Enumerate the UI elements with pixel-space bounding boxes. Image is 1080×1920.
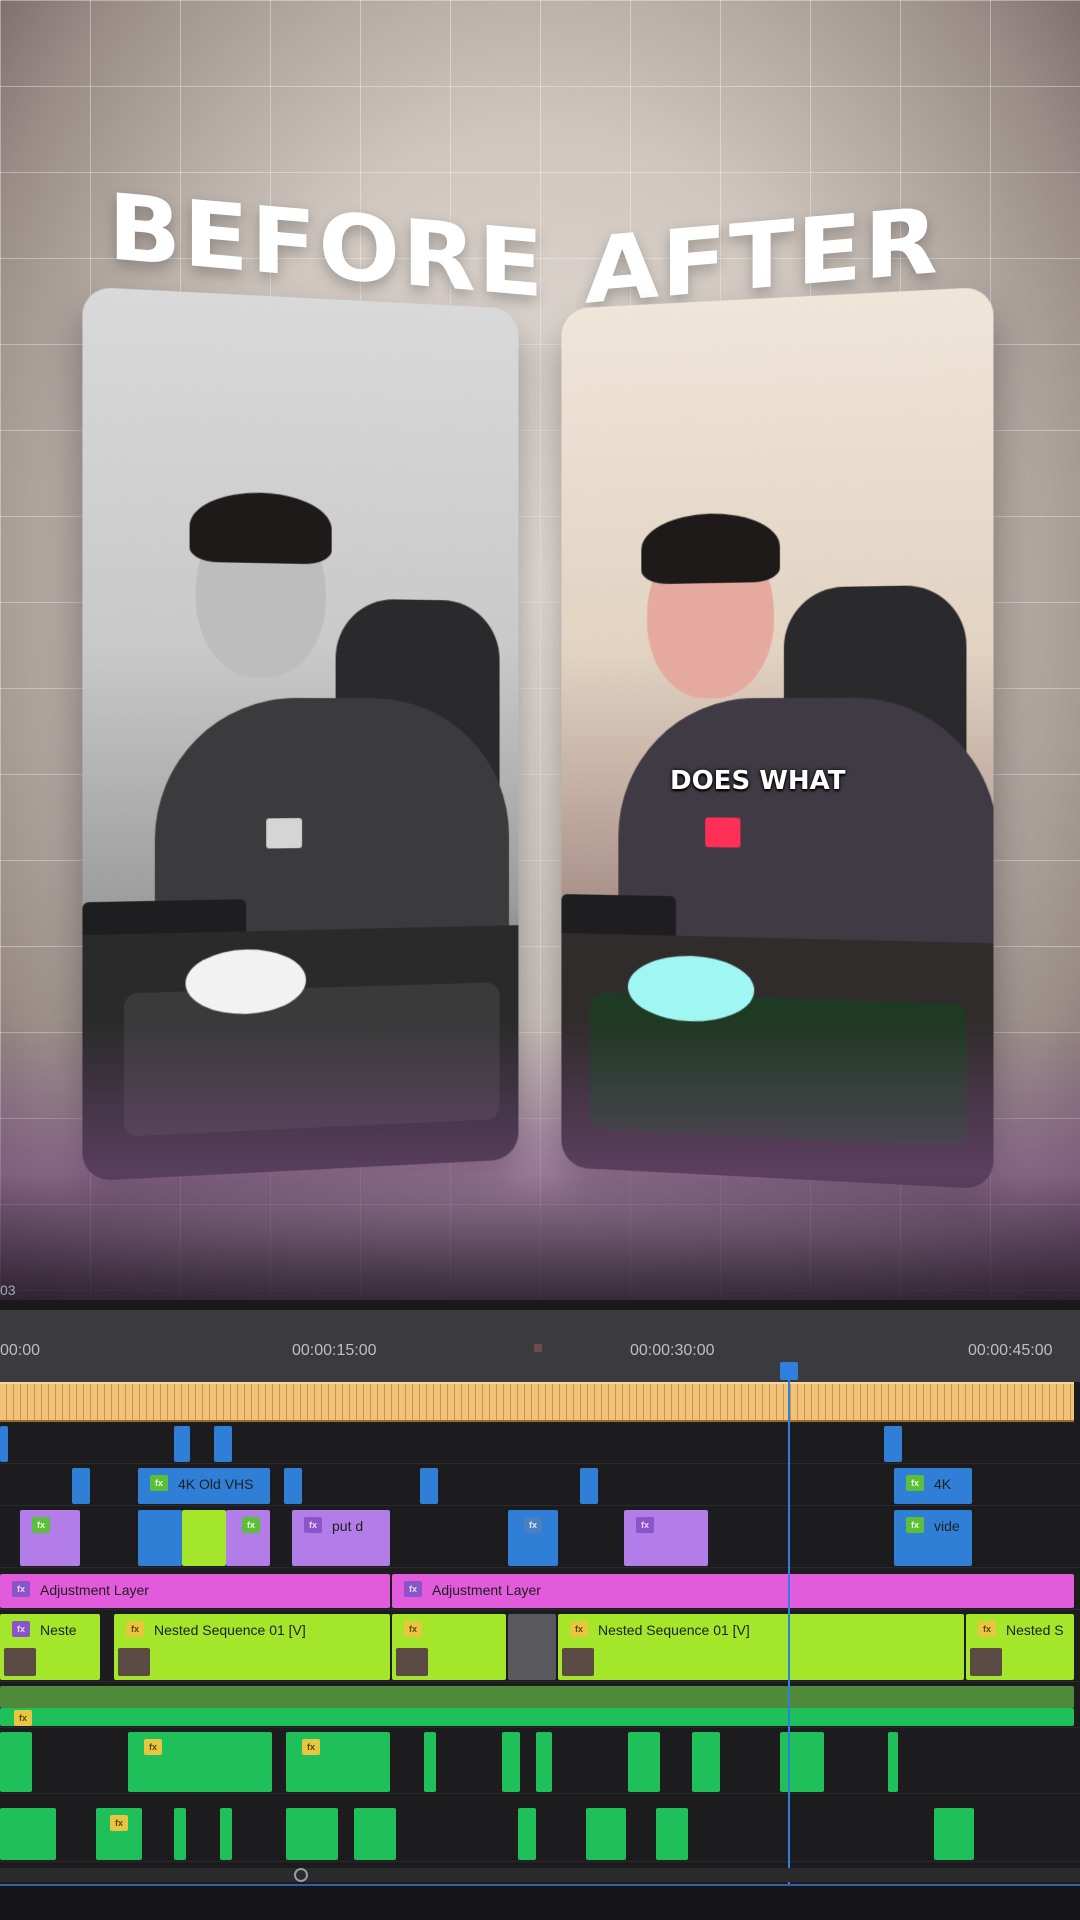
audio-clip[interactable]	[424, 1732, 436, 1792]
audio-clip[interactable]	[354, 1808, 396, 1860]
audio-clip[interactable]	[174, 1808, 186, 1860]
clip-neste[interactable]: fx Neste	[0, 1614, 100, 1680]
fx-badge-icon: fx	[906, 1475, 924, 1491]
clip-marker[interactable]	[72, 1468, 90, 1504]
clip-adjustment-layer[interactable]: fx Adjustment Layer	[392, 1574, 1074, 1608]
video-preview: BEFORE AFTER DOES WHAT 03	[0, 0, 1080, 1300]
clip-nested-sequence[interactable]: fx	[392, 1614, 506, 1680]
audio-clip[interactable]	[934, 1808, 974, 1860]
fx-badge-icon: fx	[404, 1581, 422, 1597]
clip-put-d[interactable]: fx put d	[292, 1510, 390, 1566]
fx-badge-icon: fx	[144, 1739, 162, 1755]
audio-clip[interactable]	[536, 1732, 552, 1792]
track-v1: fx	[0, 1684, 1080, 1728]
ruler-label-0: 00:00	[0, 1342, 41, 1359]
audio-clip[interactable]	[586, 1808, 626, 1860]
audio-clip[interactable]	[0, 1808, 56, 1860]
fx-badge-icon: fx	[906, 1517, 924, 1533]
clip-vide[interactable]: fx vide	[894, 1510, 972, 1566]
audio-clip[interactable]	[692, 1732, 720, 1792]
fx-badge-icon: fx	[14, 1710, 32, 1726]
ruler-label-30: 00:00:30:00	[630, 1342, 715, 1359]
fx-badge-icon: fx	[242, 1517, 260, 1533]
clip-blue[interactable]	[138, 1510, 182, 1566]
track-v2: fx Neste fx Nested Sequence 01 [V] fx fx…	[0, 1612, 1080, 1682]
clip-marker[interactable]	[174, 1426, 190, 1462]
fx-badge-icon: fx	[150, 1475, 168, 1491]
track-v6	[0, 1424, 1080, 1464]
fx-badge-icon: fx	[110, 1815, 128, 1831]
clip-audio-strip[interactable]: fx	[0, 1708, 1074, 1726]
track-a2: fx	[0, 1798, 1080, 1862]
audio-clip[interactable]	[286, 1808, 338, 1860]
timeline-zoom-scrollbar[interactable]	[0, 1868, 1080, 1882]
subtitle-caption: DOES WHAT	[670, 766, 846, 796]
timecode-fragment: 03	[0, 1282, 16, 1298]
track-a1: fx fx	[0, 1730, 1080, 1794]
track-v5: fx 4K Old VHS fx 4K	[0, 1466, 1080, 1506]
track-v3: fx Adjustment Layer fx Adjustment Layer	[0, 1572, 1080, 1610]
clip-nested-sequence[interactable]: fx Nested Sequence 01 [V]	[558, 1614, 964, 1680]
fx-badge-icon: fx	[12, 1621, 30, 1637]
bottom-glow	[0, 1020, 1080, 1300]
clip-nested-sequence[interactable]: fx Nested S	[966, 1614, 1074, 1680]
clip-violet[interactable]: fx	[226, 1510, 270, 1566]
audio-clip[interactable]	[220, 1808, 232, 1860]
audio-clip[interactable]	[780, 1732, 824, 1792]
audio-clip[interactable]: fx	[96, 1808, 142, 1860]
audio-clip[interactable]	[888, 1732, 898, 1792]
fx-badge-icon: fx	[32, 1517, 50, 1533]
timeline-footer	[0, 1884, 1080, 1920]
ruler-label-15: 00:00:15:00	[292, 1342, 377, 1359]
fx-badge-icon: fx	[304, 1517, 322, 1533]
fx-badge-icon: fx	[12, 1581, 30, 1597]
clip-strip[interactable]	[0, 1686, 1074, 1708]
fx-badge-icon: fx	[570, 1621, 588, 1637]
fx-badge-icon: fx	[524, 1517, 542, 1533]
audio-clip[interactable]: fx	[128, 1732, 272, 1792]
fx-badge-icon: fx	[978, 1621, 996, 1637]
audio-clip[interactable]	[502, 1732, 520, 1792]
audio-clip[interactable]: fx	[286, 1732, 390, 1792]
time-ruler[interactable]: 00:00 00:00:15:00 00:00:30:00 00:00:45:0…	[0, 1310, 1080, 1382]
audio-clip[interactable]	[656, 1808, 688, 1860]
fx-badge-icon: fx	[126, 1621, 144, 1637]
clip-blue[interactable]: fx	[508, 1510, 558, 1566]
audio-clip[interactable]	[0, 1732, 32, 1792]
clip-marker[interactable]	[214, 1426, 232, 1462]
work-area-bar[interactable]	[0, 1382, 1074, 1422]
timeline-panel[interactable]: 00:00 00:00:15:00 00:00:30:00 00:00:45:0…	[0, 1310, 1080, 1920]
clip-marker[interactable]	[284, 1468, 302, 1504]
clip-violet[interactable]: fx	[20, 1510, 80, 1566]
track-v4: fx fx fx put d fx fx fx vide	[0, 1508, 1080, 1568]
clip-violet[interactable]: fx	[624, 1510, 708, 1566]
clip-marker[interactable]	[420, 1468, 438, 1504]
clip-lime[interactable]	[182, 1510, 226, 1566]
audio-clip[interactable]	[518, 1808, 536, 1860]
fx-badge-icon: fx	[404, 1621, 422, 1637]
clip-marker[interactable]	[580, 1468, 598, 1504]
audio-clip[interactable]	[628, 1732, 660, 1792]
clip-marker[interactable]	[884, 1426, 902, 1462]
clip-gap[interactable]	[508, 1614, 556, 1680]
clip-marker[interactable]	[0, 1426, 8, 1462]
ruler-label-45: 00:00:45:00	[968, 1342, 1053, 1359]
playhead-line[interactable]	[788, 1370, 790, 1918]
clip-4k-old-vhs[interactable]: fx 4K Old VHS	[138, 1468, 270, 1504]
fx-badge-icon: fx	[636, 1517, 654, 1533]
zoom-knob-icon[interactable]	[294, 1868, 308, 1882]
marker-icon[interactable]	[534, 1344, 542, 1352]
clip-nested-sequence[interactable]: fx Nested Sequence 01 [V]	[114, 1614, 390, 1680]
fx-badge-icon: fx	[302, 1739, 320, 1755]
clip-adjustment-layer[interactable]: fx Adjustment Layer	[0, 1574, 390, 1608]
clip-4k[interactable]: fx 4K	[894, 1468, 972, 1504]
